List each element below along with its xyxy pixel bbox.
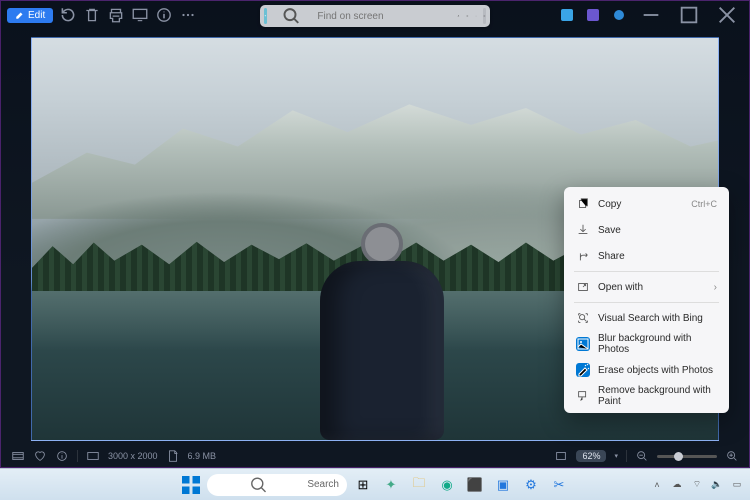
sys-app1[interactable] <box>561 9 573 21</box>
windows-taskbar: Search ⊞ ✦ 🗀 ◉ ⬛ ▣ ⚙ ✂ ˄ ☁ ⌔ 🔈 ▭ <box>0 468 750 500</box>
visual-search-icon <box>576 311 590 325</box>
system-tray: ˄ ☁ ⌔ 🔈 ▭ <box>650 478 744 492</box>
sys-app3[interactable] <box>613 9 625 21</box>
slideshow-button[interactable] <box>131 6 149 24</box>
status-info-button[interactable] <box>55 449 69 463</box>
ctx-copy[interactable]: Copy Ctrl+C <box>568 191 725 217</box>
start-button[interactable] <box>179 473 203 497</box>
ctx-erase-obj[interactable]: Erase objects with Photos <box>568 357 725 383</box>
paint-icon <box>576 389 590 403</box>
chevron-right-icon: › <box>714 282 717 293</box>
fullscreen-button[interactable] <box>554 449 568 463</box>
copilot-button[interactable] <box>466 8 469 24</box>
task-view-button[interactable]: ⊞ <box>351 473 375 497</box>
more-button[interactable] <box>179 6 197 24</box>
chevron-down-icon: ▾ <box>614 452 618 460</box>
close-button[interactable] <box>711 4 743 26</box>
taskbar-search-label: Search <box>307 479 339 490</box>
edit-button-label: Edit <box>28 10 45 21</box>
status-bar: 3000 x 2000 6.9 MB 62% ▾ <box>1 445 749 467</box>
ctx-open-with-label: Open with <box>598 282 706 293</box>
zoom-slider[interactable] <box>657 455 717 458</box>
ctx-visual-search-label: Visual Search with Bing <box>598 313 717 324</box>
print-icon <box>107 6 125 24</box>
info-button[interactable] <box>155 6 173 24</box>
ctx-remove-bg[interactable]: Remove background with Paint <box>568 383 725 409</box>
dimensions-icon <box>86 449 100 463</box>
print-button[interactable] <box>107 6 125 24</box>
store-button[interactable]: ⬛ <box>463 473 487 497</box>
rotate-icon <box>59 6 77 24</box>
ctx-share[interactable]: Share <box>568 243 725 269</box>
wifi-icon[interactable]: ⌔ <box>690 478 704 492</box>
tray-chevron[interactable]: ˄ <box>650 478 664 492</box>
zoom-out-button[interactable] <box>635 449 649 463</box>
ctx-save-label: Save <box>598 225 717 236</box>
ctx-copy-shortcut: Ctrl+C <box>691 199 717 209</box>
settings-button[interactable]: ⚙ <box>519 473 543 497</box>
save-icon <box>576 223 590 237</box>
ctx-erase-obj-label: Erase objects with Photos <box>598 365 717 376</box>
rotate-button[interactable] <box>59 6 77 24</box>
edge-button[interactable]: ◉ <box>435 473 459 497</box>
photos-app-window: Edit <box>0 0 750 468</box>
open-with-icon <box>576 280 590 294</box>
filesize-icon <box>166 449 180 463</box>
context-menu: Copy Ctrl+C Save Share Open with › Visua… <box>564 187 729 413</box>
volume-icon[interactable]: 🔈 <box>710 478 724 492</box>
image-filesize: 6.9 MB <box>188 451 217 461</box>
ctx-blur-bg-label: Blur background with Photos <box>598 333 717 355</box>
search-more-button[interactable] <box>475 8 478 24</box>
ctx-blur-bg[interactable]: Blur background with Photos <box>568 331 725 357</box>
share-icon <box>576 249 590 263</box>
search-icon <box>215 474 302 496</box>
image-viewer: Copy Ctrl+C Save Share Open with › Visua… <box>1 29 749 445</box>
explorer-button[interactable]: 🗀 <box>407 473 431 497</box>
info-icon <box>155 6 173 24</box>
filmstrip-button[interactable] <box>11 449 25 463</box>
find-on-screen-bar <box>260 5 490 27</box>
ctx-save[interactable]: Save <box>568 217 725 243</box>
snipping-tool[interactable]: ✂ <box>547 473 571 497</box>
sys-app2[interactable] <box>587 9 599 21</box>
taskbar-search[interactable]: Search <box>207 474 347 496</box>
ellipsis-icon <box>179 6 197 24</box>
ctx-separator <box>574 271 719 272</box>
edit-button[interactable]: Edit <box>7 8 53 23</box>
ctx-open-with[interactable]: Open with › <box>568 274 725 300</box>
minimize-button[interactable] <box>635 4 667 26</box>
copy-icon <box>576 197 590 211</box>
ai-icon[interactable] <box>264 8 267 24</box>
ctx-copy-label: Copy <box>598 199 683 210</box>
erase-icon <box>576 363 590 377</box>
ctx-remove-bg-label: Remove background with Paint <box>598 385 717 407</box>
pencil-icon <box>15 10 25 20</box>
slideshow-icon <box>131 6 149 24</box>
search-icon <box>273 5 310 27</box>
copilot-taskbar[interactable]: ✦ <box>379 473 403 497</box>
ctx-visual-search[interactable]: Visual Search with Bing <box>568 305 725 331</box>
mic-button[interactable] <box>457 8 460 24</box>
search-close-button[interactable] <box>483 8 486 24</box>
ctx-share-label: Share <box>598 251 717 262</box>
find-input[interactable] <box>315 10 451 23</box>
onedrive-icon[interactable]: ☁ <box>670 478 684 492</box>
maximize-button[interactable] <box>673 4 705 26</box>
zoom-level[interactable]: 62% <box>576 450 606 462</box>
battery-icon[interactable]: ▭ <box>730 478 744 492</box>
photos-icon <box>576 337 590 351</box>
zoom-in-button[interactable] <box>725 449 739 463</box>
trash-icon <box>83 6 101 24</box>
ctx-separator <box>574 302 719 303</box>
delete-button[interactable] <box>83 6 101 24</box>
image-dimensions: 3000 x 2000 <box>108 451 158 461</box>
favorite-button[interactable] <box>33 449 47 463</box>
photos-taskbar[interactable]: ▣ <box>491 473 515 497</box>
person-figure <box>320 223 443 440</box>
